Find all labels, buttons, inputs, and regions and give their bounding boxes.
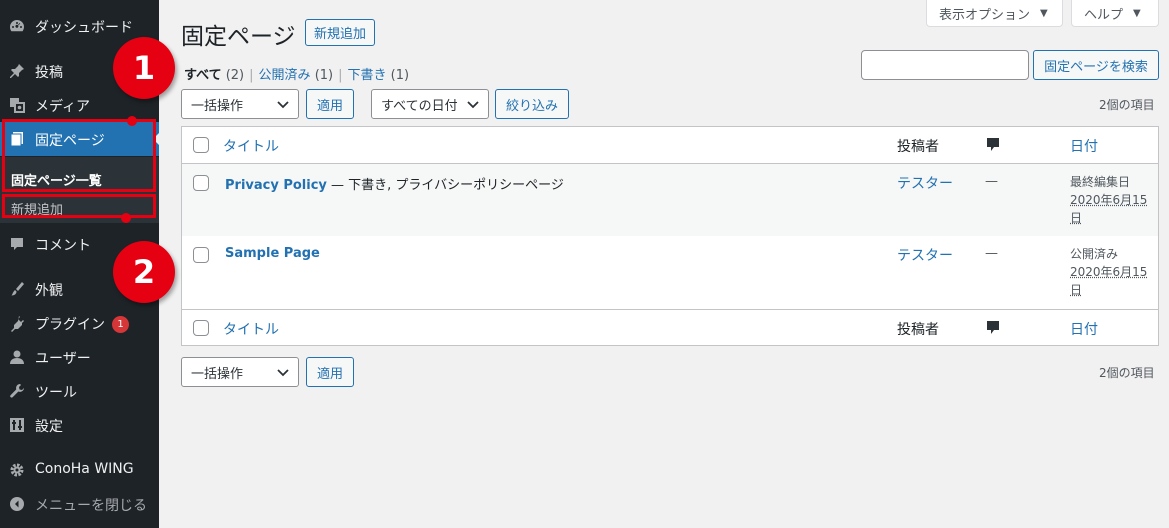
row-author-link[interactable]: テスター bbox=[897, 173, 953, 193]
filter-published-link[interactable]: 公開済み bbox=[259, 68, 311, 83]
select-all-checkbox[interactable] bbox=[193, 137, 209, 153]
items-count-bottom: 2個の項目 bbox=[1099, 366, 1155, 380]
date-filter-select[interactable]: すべての日付 bbox=[371, 89, 489, 119]
bulk-action-value: 一括操作 bbox=[191, 98, 244, 114]
sidebar-item-label: ダッシュボード bbox=[35, 20, 133, 36]
callout-pointer-dot bbox=[127, 116, 137, 126]
user-icon bbox=[8, 348, 26, 366]
row-checkbox[interactable] bbox=[193, 175, 209, 191]
sidebar-item-label: プラグイン bbox=[35, 317, 105, 333]
chevron-down-icon bbox=[277, 369, 289, 377]
filter-published-count: (1) bbox=[314, 68, 334, 83]
row-date: 最終編集日 2020年6月15日 bbox=[1070, 173, 1150, 227]
column-date-sort-link[interactable]: 日付 bbox=[1070, 319, 1098, 339]
caret-down-icon: ▼ bbox=[1040, 7, 1048, 19]
filter-button[interactable]: 絞り込み bbox=[495, 89, 569, 119]
sidebar-item-settings[interactable]: 設定 bbox=[0, 408, 159, 442]
help-button[interactable]: ヘルプ ▼ bbox=[1071, 0, 1159, 27]
search-pages-button[interactable]: 固定ページを検索 bbox=[1033, 50, 1159, 80]
collapse-menu-button[interactable]: メニューを閉じる bbox=[0, 487, 159, 521]
sidebar-item-conoha-wing[interactable]: ConoHa WING bbox=[0, 453, 159, 487]
help-label: ヘルプ bbox=[1084, 7, 1124, 23]
pin-icon bbox=[8, 62, 26, 80]
chevron-down-icon bbox=[467, 101, 479, 109]
search-input[interactable] bbox=[861, 50, 1029, 80]
callout-badge-2: 2 bbox=[113, 241, 175, 303]
comment-bubble-icon bbox=[987, 138, 999, 151]
sidebar-item-users[interactable]: ユーザー bbox=[0, 340, 159, 374]
filter-all-count: (2) bbox=[225, 68, 245, 83]
sidebar-item-label: ConoHa WING bbox=[35, 461, 134, 477]
screen-options-label: 表示オプション bbox=[939, 7, 1031, 23]
row-date-status: 公開済み bbox=[1070, 247, 1119, 261]
column-date-sort-link[interactable]: 日付 bbox=[1070, 136, 1098, 156]
media-icon bbox=[8, 96, 26, 114]
filter-draft-count: (1) bbox=[390, 68, 410, 83]
sidebar-item-label: 投稿 bbox=[35, 65, 63, 81]
sidebar-item-label: コメント bbox=[35, 238, 91, 254]
collapse-icon bbox=[8, 495, 26, 513]
items-count: 2個の項目 bbox=[1099, 98, 1155, 112]
plugin-icon bbox=[8, 314, 26, 332]
row-comments: — bbox=[985, 246, 998, 261]
row-comments: — bbox=[985, 174, 998, 189]
dashboard-icon bbox=[8, 17, 26, 35]
bulk-action-select-bottom[interactable]: 一括操作 bbox=[181, 357, 299, 387]
chevron-down-icon bbox=[277, 101, 289, 109]
screen-options-button[interactable]: 表示オプション ▼ bbox=[926, 0, 1063, 27]
table-footer-row: タイトル 投稿者 日付 bbox=[182, 310, 1158, 346]
comment-icon bbox=[8, 235, 26, 253]
caret-down-icon: ▼ bbox=[1133, 7, 1141, 19]
sidebar-item-plugins[interactable]: プラグイン 1 bbox=[0, 306, 159, 340]
page-title: 固定ページ bbox=[181, 24, 296, 50]
bulk-action-value: 一括操作 bbox=[191, 366, 244, 382]
main-content: 表示オプション ▼ ヘルプ ▼ 固定ページ 新規追加 すべて (2) | 公開済み (1… bbox=[159, 0, 1169, 528]
row-title-link[interactable]: Privacy Policy bbox=[225, 178, 327, 193]
apply-button[interactable]: 適用 bbox=[306, 89, 354, 119]
sidebar-item-label: ツール bbox=[35, 385, 77, 401]
gear-icon bbox=[8, 461, 26, 479]
add-new-page-button[interactable]: 新規追加 bbox=[305, 19, 375, 46]
status-filter-links: すべて (2) | 公開済み (1) | 下書き (1) bbox=[184, 68, 410, 83]
row-date-value: 2020年6月15日 bbox=[1070, 193, 1148, 225]
row-checkbox[interactable] bbox=[193, 247, 209, 263]
column-title-sort-link[interactable]: タイトル bbox=[223, 319, 279, 339]
update-count-badge: 1 bbox=[112, 316, 129, 333]
column-author-header: 投稿者 bbox=[897, 322, 939, 338]
date-filter-value: すべての日付 bbox=[381, 98, 458, 114]
column-title-sort-link[interactable]: タイトル bbox=[223, 136, 279, 156]
row-author-link[interactable]: テスター bbox=[897, 245, 953, 265]
settings-icon bbox=[8, 416, 26, 434]
row-date: 公開済み 2020年6月15日 bbox=[1070, 245, 1150, 299]
sidebar-item-tools[interactable]: ツール bbox=[0, 374, 159, 408]
sidebar-item-label: メディア bbox=[35, 99, 91, 115]
wrench-icon bbox=[8, 382, 26, 400]
highlight-box-add-new bbox=[2, 194, 156, 218]
row-title: Privacy Policy — 下書き, プライバシーポリシーページ bbox=[225, 174, 564, 193]
filter-draft-link[interactable]: 下書き bbox=[348, 68, 387, 83]
callout-pointer-dot bbox=[121, 213, 131, 223]
select-all-checkbox[interactable] bbox=[193, 320, 209, 336]
filter-all-link[interactable]: すべて bbox=[184, 68, 222, 83]
row-post-state: — 下書き, プライバシーポリシーページ bbox=[326, 178, 564, 193]
highlight-box-pages-menu bbox=[2, 119, 156, 192]
row-date-value: 2020年6月15日 bbox=[1070, 265, 1148, 297]
sidebar-item-label: 外観 bbox=[35, 283, 63, 299]
table-row: Sample Page テスター — 公開済み 2020年6月15日 bbox=[182, 236, 1158, 309]
sidebar-item-label: メニューを閉じる bbox=[35, 498, 147, 514]
table-row: Privacy Policy — 下書き, プライバシーポリシーページ テスター… bbox=[182, 164, 1158, 236]
callout-badge-1: 1 bbox=[113, 37, 175, 99]
row-title-link[interactable]: Sample Page bbox=[225, 246, 320, 261]
bulk-action-select[interactable]: 一括操作 bbox=[181, 89, 299, 119]
sidebar-item-label: 設定 bbox=[35, 419, 63, 435]
apply-button-bottom[interactable]: 適用 bbox=[306, 357, 354, 387]
sidebar-item-label: ユーザー bbox=[35, 351, 91, 367]
brush-icon bbox=[8, 280, 26, 298]
table-header-row: タイトル 投稿者 日付 bbox=[182, 127, 1158, 163]
column-author-header: 投稿者 bbox=[897, 139, 939, 155]
comment-bubble-icon bbox=[987, 321, 999, 334]
pages-table: タイトル 投稿者 日付 Privacy Policy — 下書き, プライバシー… bbox=[181, 126, 1159, 346]
row-title: Sample Page bbox=[225, 246, 320, 261]
row-date-status: 最終編集日 bbox=[1070, 175, 1131, 189]
